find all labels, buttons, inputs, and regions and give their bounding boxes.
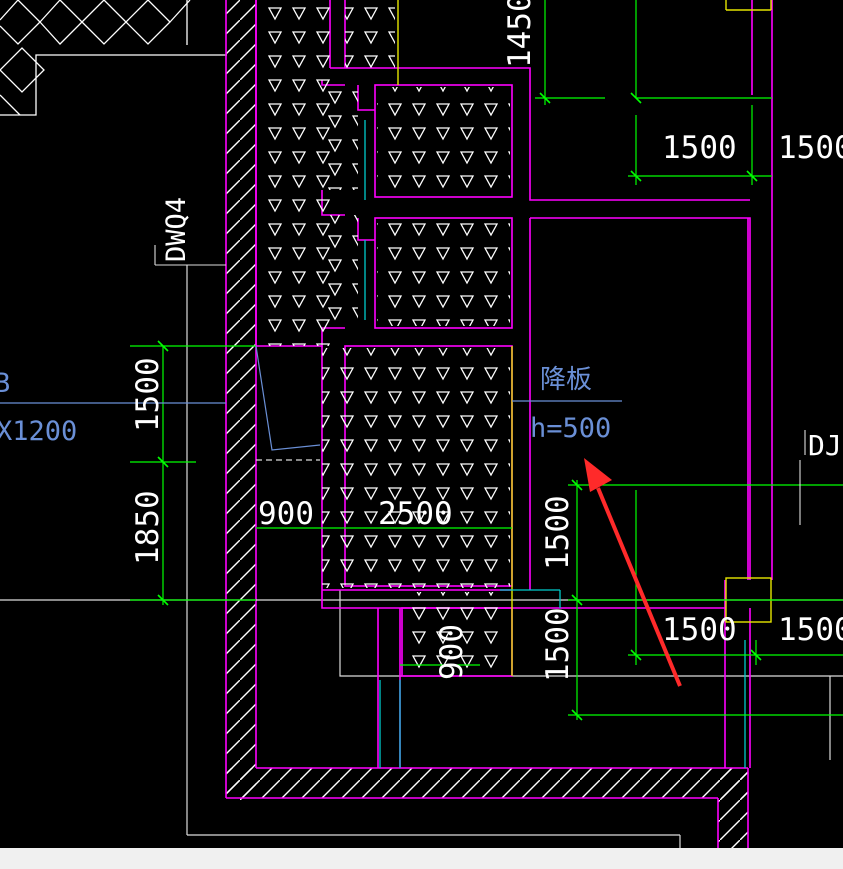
dim-1450: 1450 [502,0,538,68]
status-bar [0,848,843,869]
right-code-label: DJC [808,429,843,462]
dim-1500-bottom-b: 1500 [778,612,843,648]
left-code-label-2: X1200 [0,416,77,447]
slab-fill [258,0,510,676]
drop-slab-label: 降板 [540,365,592,395]
roof-lattice [0,0,227,116]
dim-1500-bottom-a: 1500 [662,612,737,648]
drop-height-label: h=500 [530,413,611,444]
cad-drawing-canvas: 1450 1500 1500 1500 1850 900 2500 1500 1… [0,0,843,848]
left-code-label-1: B [0,368,10,399]
annotation-lines [0,345,622,451]
dim-900: 900 [258,496,314,532]
dim-1500-top-b: 1500 [778,130,843,166]
dim-1500-top-a: 1500 [662,130,737,166]
dim-1500-right-a: 1500 [540,495,576,570]
wall-tag-label: DWQ4 [161,197,192,262]
dim-2500: 2500 [378,496,453,532]
dim-1500-left: 1500 [130,357,166,432]
dim-900-lower: 900 [434,624,470,680]
dim-1500-right-b: 1500 [540,607,576,682]
dim-1850: 1850 [130,490,166,565]
